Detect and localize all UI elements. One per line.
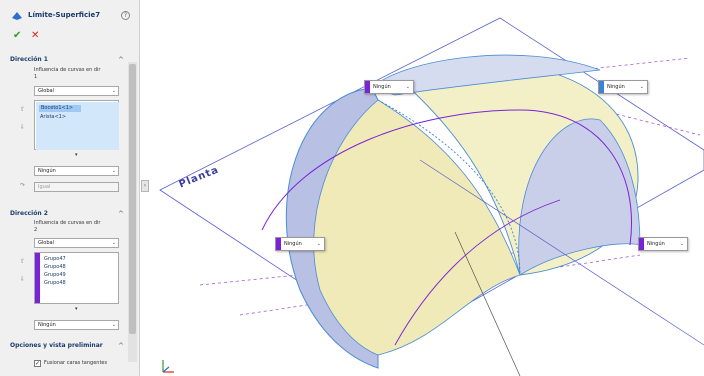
direction1-influence-value: Global (38, 88, 54, 94)
options-collapse-icon[interactable]: ^ (118, 343, 124, 350)
graphics-viewport[interactable]: Planta Ningún ⌄ Ningún ⌄ Ningún ⌄ Ningún… (150, 0, 704, 376)
panel-scrollbar-thumb[interactable] (129, 64, 136, 334)
list-item[interactable]: Grupo48 (44, 264, 66, 271)
axis-triad-icon (162, 360, 174, 373)
tangency-callout[interactable]: Ningún ⌄ (598, 80, 648, 94)
direction1-influence-label-2: 1 (34, 74, 38, 80)
direction1-tangency-select[interactable]: Ningún ⌄ (34, 166, 119, 176)
up-arrow-icon[interactable]: ⇧ (20, 258, 25, 265)
list-item[interactable]: Boceto1<1> (39, 105, 81, 112)
direction2-tangency-select[interactable]: Ningún ⌄ (34, 320, 119, 330)
tangency-callout[interactable]: Ningún ⌄ (275, 237, 325, 251)
up-arrow-icon[interactable]: ⇧ (20, 106, 25, 113)
callout-value: Ningún (373, 84, 391, 90)
direction1-disabled-value: Igual (38, 184, 51, 190)
merge-tangent-faces-label: Fusionar caras tangentes (44, 360, 108, 366)
cancel-icon[interactable]: ✕ (31, 31, 39, 41)
down-arrow-icon[interactable]: ⇩ (20, 124, 25, 131)
curve-color-band (35, 253, 40, 303)
feature-title: Límite-Superficie7 (28, 11, 101, 19)
direction1-tangent-length-field[interactable]: Igual (34, 182, 119, 192)
direction1-influence-label: Influencia de curvas en dir (34, 67, 101, 73)
callout-value: Ningún (647, 241, 665, 247)
property-manager-panel: Límite-Superficie7 ? ✔ ✕ Dirección 1 ^ I… (0, 0, 140, 376)
boundary-surface-icon (12, 12, 22, 20)
direction1-tangency-value: Ningún (38, 168, 56, 174)
model-scene[interactable] (150, 0, 704, 376)
list-resize-handle[interactable]: ▾ (75, 152, 78, 158)
direction1-influence-select[interactable]: Global ⌄ (34, 86, 119, 96)
curve-color-swatch (639, 238, 644, 250)
options-header[interactable]: Opciones y vista preliminar (10, 342, 103, 349)
tangency-callout[interactable]: Ningún ⌄ (364, 80, 414, 94)
direction1-header[interactable]: Dirección 1 (10, 56, 48, 63)
direction2-influence-select[interactable]: Global ⌄ (34, 238, 119, 248)
chevron-down-icon: ⌄ (111, 240, 116, 246)
direction1-curves-list[interactable]: Boceto1<1> Arista<1> (34, 100, 119, 150)
callout-value: Ningún (284, 241, 302, 247)
curve-color-swatch (365, 81, 370, 93)
direction2-collapse-icon[interactable]: ^ (118, 211, 124, 218)
down-arrow-icon[interactable]: ⇩ (20, 276, 25, 283)
tangency-callout[interactable]: Ningún ⌄ (638, 237, 688, 251)
chevron-down-icon: ⌄ (111, 322, 116, 328)
chevron-down-icon: ⌄ (111, 88, 116, 94)
list-item[interactable]: Arista<1> (40, 114, 66, 121)
direction2-influence-label-2: 2 (34, 227, 38, 233)
direction2-tangency-value: Ningún (38, 322, 56, 328)
callout-value: Ningún (607, 84, 625, 90)
chevron-down-icon: ⌄ (639, 84, 644, 90)
list-item[interactable]: Grupo49 (44, 272, 66, 279)
help-icon[interactable]: ? (121, 11, 130, 20)
direction2-influence-value: Global (38, 240, 54, 246)
list-item[interactable]: Grupo47 (44, 256, 66, 263)
merge-tangent-faces-checkbox[interactable]: ✓ (34, 360, 41, 367)
panel-header: Límite-Superficie7 ? ✔ ✕ (0, 0, 140, 50)
direction2-curves-list[interactable]: Grupo47 Grupo48 Grupo49 Grupo48 (34, 252, 119, 304)
chevron-down-icon: ⌄ (316, 241, 321, 247)
direction1-collapse-icon[interactable]: ^ (118, 57, 124, 64)
chevron-down-icon: ⌄ (679, 241, 684, 247)
list-resize-handle[interactable]: ▾ (75, 306, 78, 312)
flip-direction-icon[interactable]: ↷ (20, 182, 25, 189)
panel-collapse-handle[interactable]: › (141, 180, 149, 192)
ok-icon[interactable]: ✔ (13, 31, 21, 41)
direction2-influence-label: Influencia de curvas en dir (34, 220, 101, 226)
list-item[interactable]: Grupo48 (44, 280, 66, 287)
curve-color-swatch (276, 238, 281, 250)
chevron-down-icon: ⌄ (405, 84, 410, 90)
curve-color-swatch (599, 81, 604, 93)
chevron-down-icon: ⌄ (111, 168, 116, 174)
direction2-header[interactable]: Dirección 2 (10, 210, 48, 217)
